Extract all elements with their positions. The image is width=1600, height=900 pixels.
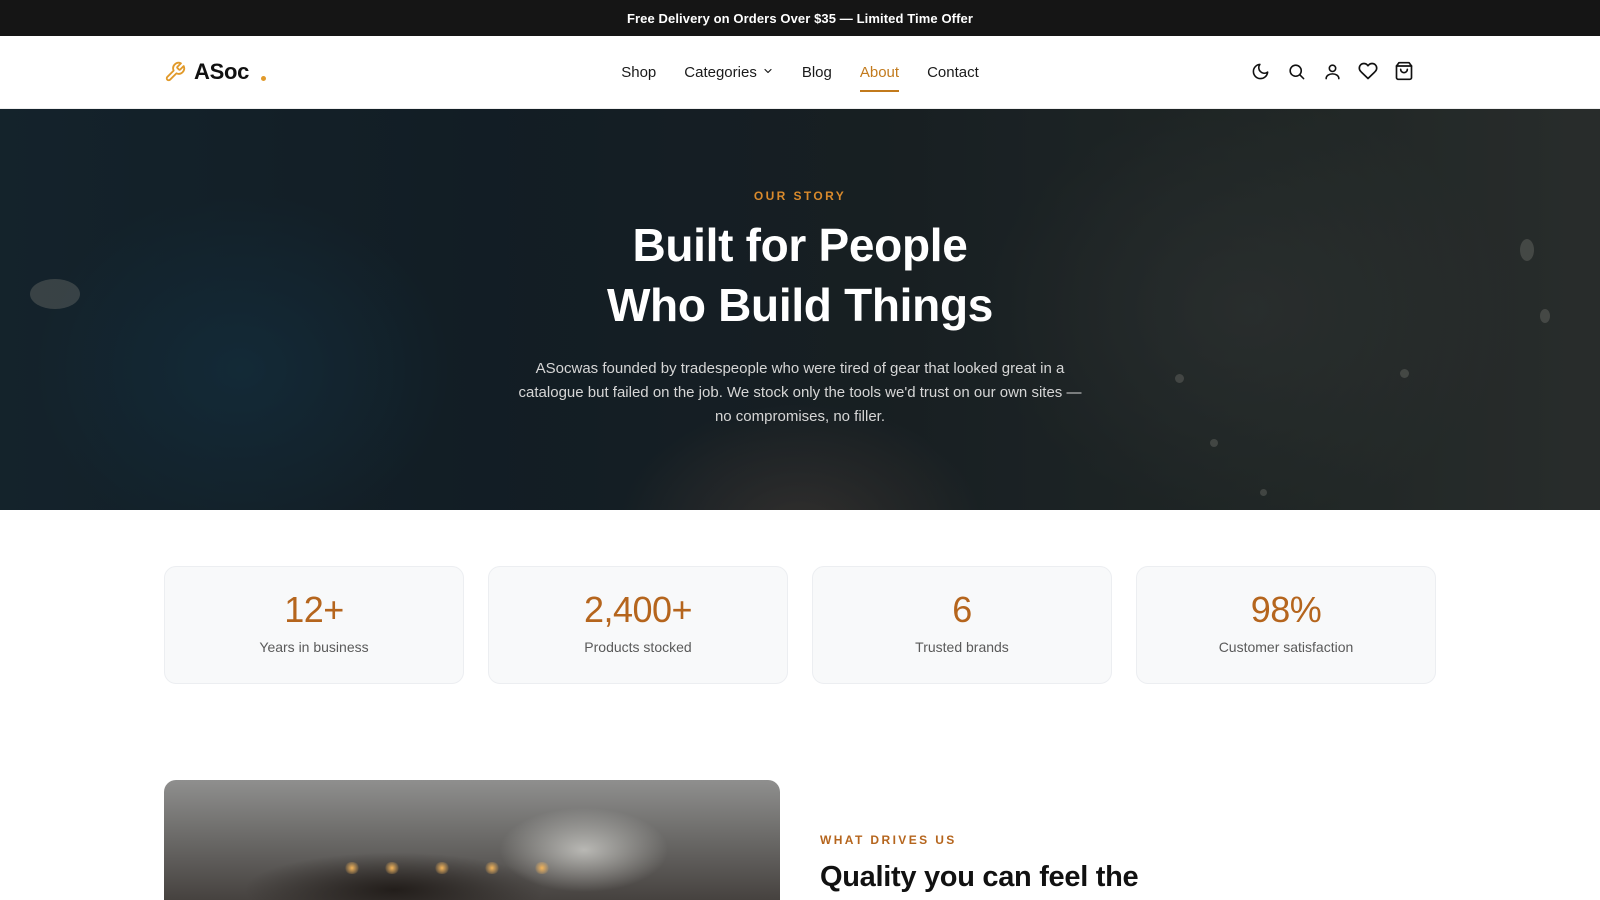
hero-title-line-2: Who Build Things bbox=[606, 279, 994, 331]
stat-label: Products stocked bbox=[584, 639, 692, 655]
image-glow bbox=[484, 862, 500, 874]
image-glow bbox=[534, 862, 550, 874]
search-icon[interactable] bbox=[1285, 60, 1307, 82]
hero-section: OUR STORY Built for People Who Build Thi… bbox=[0, 109, 1600, 510]
nav-actions bbox=[1249, 60, 1415, 82]
stats-row: 12+ Years in business 2,400+ Products st… bbox=[164, 566, 1436, 684]
stat-value: 12+ bbox=[284, 589, 344, 630]
stat-value: 6 bbox=[952, 589, 972, 630]
hero-title: Built for People Who Build Things bbox=[0, 215, 1600, 335]
main-navigation: ASoc Shop Categories Blog About Contact bbox=[0, 36, 1600, 109]
what-drives-us-section: WHAT DRIVES US Quality you can feel the bbox=[820, 833, 1139, 894]
nav-link-label: About bbox=[859, 64, 900, 81]
section-eyebrow: WHAT DRIVES US bbox=[820, 833, 957, 847]
stat-card: 98% Customer satisfaction bbox=[1136, 566, 1436, 684]
nav-link-contact[interactable]: Contact bbox=[927, 53, 979, 93]
stat-label: Years in business bbox=[259, 639, 369, 655]
stat-label: Trusted brands bbox=[915, 639, 1009, 655]
stat-label: Customer satisfaction bbox=[1218, 639, 1354, 655]
hero-content: OUR STORY Built for People Who Build Thi… bbox=[0, 109, 1600, 429]
moon-icon[interactable] bbox=[1249, 60, 1271, 82]
announcement-bar: Free Delivery on Orders Over $35 — Limit… bbox=[0, 0, 1600, 36]
user-icon[interactable] bbox=[1321, 60, 1343, 82]
image-glow bbox=[384, 862, 400, 874]
stat-value: 2,400+ bbox=[583, 589, 693, 630]
cart-icon[interactable] bbox=[1393, 60, 1415, 82]
image-glow bbox=[344, 862, 360, 874]
hero-eyebrow: OUR STORY bbox=[753, 189, 847, 203]
nav-link-label: Categories bbox=[684, 64, 757, 81]
hero-subtitle: ASocwas founded by tradespeople who were… bbox=[518, 360, 1082, 425]
nav-link-label: Contact bbox=[927, 64, 979, 81]
nav-link-about[interactable]: About bbox=[859, 53, 900, 93]
nav-link-label: Blog bbox=[801, 64, 832, 81]
nav-link-shop[interactable]: Shop bbox=[621, 53, 656, 93]
hero-title-line-1: Built for People bbox=[632, 219, 968, 271]
chevron-down-icon bbox=[762, 64, 774, 81]
feature-image bbox=[164, 780, 780, 900]
stat-value: 98% bbox=[1250, 589, 1322, 630]
nav-link-label: Shop bbox=[621, 64, 657, 81]
section-title: Quality you can feel the bbox=[820, 861, 1139, 893]
stat-card: 2,400+ Products stocked bbox=[488, 566, 788, 684]
stat-card: 12+ Years in business bbox=[164, 566, 464, 684]
image-glow bbox=[434, 862, 450, 874]
heart-icon[interactable] bbox=[1357, 60, 1379, 82]
stat-card: 6 Trusted brands bbox=[812, 566, 1112, 684]
nav-link-categories[interactable]: Categories bbox=[684, 53, 774, 93]
nav-link-blog[interactable]: Blog bbox=[802, 53, 832, 93]
announcement-text: Free Delivery on Orders Over $35 — Limit… bbox=[626, 10, 974, 26]
